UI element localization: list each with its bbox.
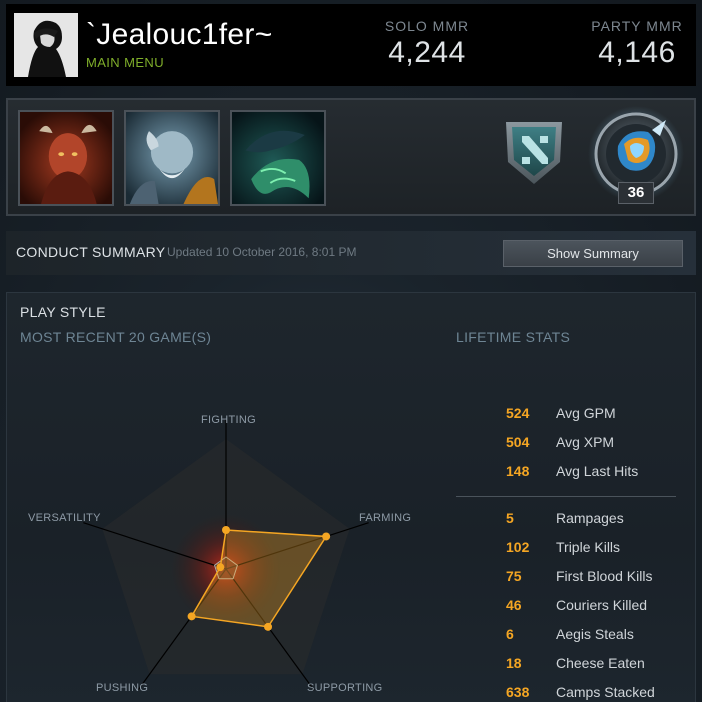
stat-label: Triple Kills [556, 539, 621, 555]
hero-portrait-blue-beast[interactable] [124, 110, 220, 206]
party-mmr-label: PARTY MMR [591, 18, 683, 34]
radar-axis-pushing: PUSHING [96, 682, 149, 694]
solo-mmr-label: SOLO MMR [384, 18, 470, 34]
rank-number-badge: 36 [618, 182, 654, 204]
play-style-panel: PLAY STYLE MOST RECENT 20 GAME(S) LIFETI… [6, 292, 696, 702]
party-mmr: PARTY MMR 4,146 [582, 18, 692, 70]
profile-header: `Jealouc1fer~ MAIN MENU SOLO MMR 4,244 P… [6, 4, 696, 86]
stat-label: Rampages [556, 510, 624, 526]
party-mmr-value: 4,146 [598, 36, 676, 69]
stat-value: 524 [506, 405, 530, 421]
stat-label: Couriers Killed [556, 597, 648, 613]
radar-point-supporting [264, 622, 273, 631]
conduct-updated-timestamp: Updated 10 October 2016, 8:01 PM [167, 245, 357, 259]
stat-value: 102 [506, 539, 530, 555]
username: `Jealouc1fer~ [86, 18, 273, 51]
featured-heroes-bar: 36 [6, 98, 696, 216]
stat-label: Avg Last Hits [556, 463, 639, 479]
radar-axis-supporting: SUPPORTING [307, 682, 383, 694]
radar-point-fighting [222, 526, 230, 534]
lifetime-stats-label: LIFETIME STATS [456, 329, 571, 345]
show-summary-button[interactable]: Show Summary [503, 240, 683, 267]
stat-label: Avg XPM [556, 434, 615, 450]
stat-label: First Blood Kills [556, 568, 653, 584]
stat-value: 504 [506, 434, 530, 450]
main-menu-link[interactable]: MAIN MENU [86, 55, 164, 70]
stat-value: 638 [506, 684, 530, 700]
solo-mmr-value: 4,244 [388, 36, 466, 69]
radar-point-versatility [216, 563, 225, 572]
hero-portrait-red-horned-icon [20, 112, 112, 204]
stats-divider [456, 496, 676, 497]
stat-value: 5 [506, 510, 514, 526]
stat-label: Cheese Eaten [556, 655, 645, 671]
hero-portrait-dark-green-icon [232, 112, 324, 204]
hero-portrait-blue-beast-icon [126, 112, 218, 204]
conduct-summary-bar: CONDUCT SUMMARY Updated 10 October 2016,… [6, 231, 696, 275]
radar-axis-versatility: VERSATILITY [28, 512, 101, 524]
dota-shield-icon[interactable] [502, 118, 566, 188]
conduct-summary-title: CONDUCT SUMMARY [16, 244, 166, 260]
radar-point-pushing [187, 612, 196, 621]
radar-axis-fighting: FIGHTING [201, 414, 256, 426]
stat-value: 6 [506, 626, 514, 642]
radar-axis-farming: FARMING [359, 512, 412, 524]
stat-label: Aegis Steals [556, 626, 634, 642]
stat-value: 148 [506, 463, 530, 479]
hero-portrait-dark-green[interactable] [230, 110, 326, 206]
stat-label: Camps Stacked [556, 684, 655, 700]
hero-portrait-red-horned[interactable] [18, 110, 114, 206]
solo-mmr: SOLO MMR 4,244 [372, 18, 482, 70]
play-style-radar-chart [83, 419, 369, 691]
stat-value: 75 [506, 568, 522, 584]
stat-value: 18 [506, 655, 522, 671]
radar-point-farming [322, 532, 331, 541]
stat-value: 46 [506, 597, 522, 613]
stat-label: Avg GPM [556, 405, 616, 421]
avatar[interactable] [14, 13, 78, 77]
